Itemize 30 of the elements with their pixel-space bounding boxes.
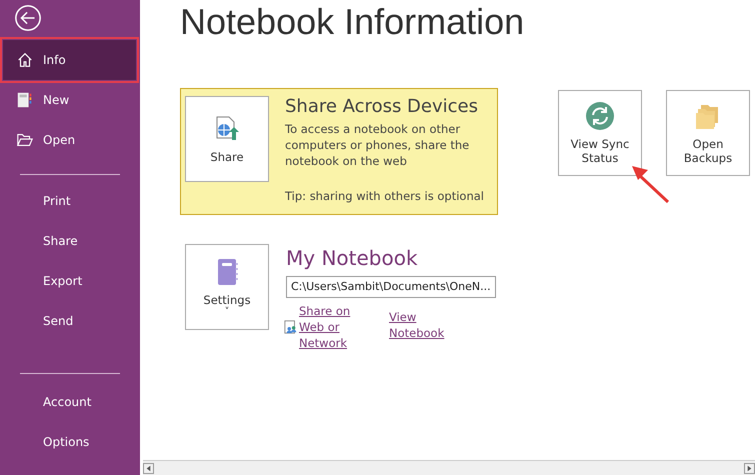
- page-title: Notebook Information: [180, 0, 526, 44]
- sidebar-item[interactable]: Export: [0, 261, 140, 301]
- folder-icon: [16, 131, 34, 149]
- sidebar-item[interactable]: Send: [0, 301, 140, 341]
- sidebar-item[interactable]: Info: [3, 40, 136, 80]
- notebook-link[interactable]: Share on Web or Network: [299, 302, 359, 350]
- home-icon: [16, 51, 34, 69]
- sync-icon: [585, 101, 615, 131]
- settings-button[interactable]: Settings ˅: [185, 244, 269, 330]
- card-heading: Share Across Devices: [285, 96, 479, 117]
- tip-text: Tip: sharing with others is optional: [285, 189, 484, 203]
- horizontal-scrollbar[interactable]: [143, 460, 755, 475]
- sidebar-item[interactable]: Options: [0, 422, 140, 462]
- sync-status-button[interactable]: View Sync Status: [558, 90, 642, 176]
- sidebar-item[interactable]: Open: [0, 120, 140, 160]
- sidebar-item[interactable]: New: [0, 80, 140, 120]
- notebook-link[interactable]: View Notebook: [389, 308, 449, 340]
- scroll-right-icon[interactable]: [744, 462, 755, 474]
- sidebar-item[interactable]: Account: [0, 382, 140, 422]
- share-button[interactable]: Share: [185, 96, 269, 182]
- people-icon: [284, 318, 298, 334]
- sidebar-item[interactable]: Share: [0, 221, 140, 261]
- path-field[interactable]: C:\Users\Sambit\Documents\OneN...: [286, 276, 496, 298]
- sidebar-item[interactable]: Print: [0, 181, 140, 221]
- card-description: To access a notebook on other computers or phones, share the notebook on the web: [285, 121, 470, 169]
- notebook-name: My Notebook: [286, 246, 419, 270]
- back-icon[interactable]: [14, 4, 42, 32]
- notebook-icon: [16, 91, 34, 109]
- scroll-left-icon[interactable]: [143, 462, 154, 474]
- backups-button[interactable]: Open Backups: [666, 90, 750, 176]
